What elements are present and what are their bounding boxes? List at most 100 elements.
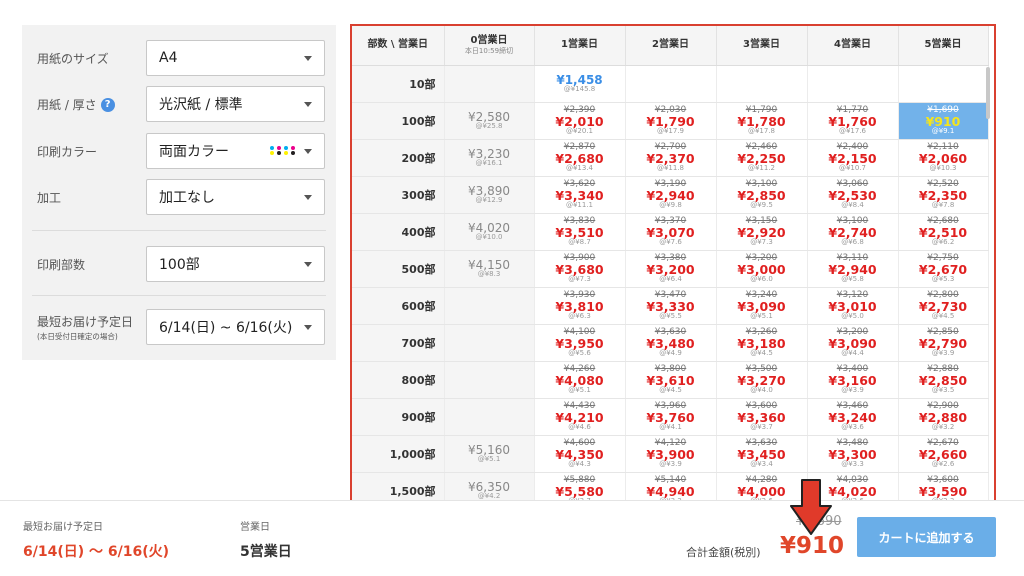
quantity-select[interactable]: 100部: [146, 246, 325, 282]
price-cell[interactable]: ¥3,400 ¥3,160 @¥3.9: [807, 361, 899, 399]
price-cell[interactable]: ¥1,790 ¥1,780 @¥17.8: [716, 102, 808, 140]
help-icon[interactable]: ?: [100, 98, 115, 112]
price-cell[interactable]: ¥3,380 ¥3,200 @¥6.4: [625, 250, 717, 288]
price-cell[interactable]: ¥3,190 ¥2,940 @¥9.8: [625, 176, 717, 214]
price-cell[interactable]: ¥3,800 ¥3,610 @¥4.5: [625, 361, 717, 399]
price-cell[interactable]: ¥3,060 ¥2,530 @¥8.4: [807, 176, 899, 214]
scrollbar[interactable]: [986, 67, 990, 119]
price-cell: [898, 65, 989, 103]
unit-price: @¥5.8: [841, 275, 864, 284]
price-cell[interactable]: ¥2,800 ¥2,730 @¥4.5: [898, 287, 989, 325]
price-cell[interactable]: ¥3,960 ¥3,760 @¥4.1: [625, 398, 717, 436]
price-cell[interactable]: ¥3,200 ¥3,090 @¥4.4: [807, 324, 899, 362]
price-cell[interactable]: ¥3,230 @¥16.1: [444, 139, 535, 177]
price-cell[interactable]: ¥4,120 ¥3,900 @¥3.9: [625, 435, 717, 473]
price-cell[interactable]: ¥3,150 ¥2,920 @¥7.3: [716, 213, 808, 251]
price-cell[interactable]: ¥3,470 ¥3,330 @¥5.5: [625, 287, 717, 325]
table-row: 100部 ¥2,580 @¥25.8 ¥2,390 ¥2,010 @¥20.1 ¥2,030…: [352, 102, 989, 140]
price-cell[interactable]: ¥2,030 ¥1,790 @¥17.9: [625, 102, 717, 140]
price-cell: [716, 65, 808, 103]
price-cell[interactable]: ¥3,830 ¥3,510 @¥8.7: [534, 213, 626, 251]
quantity-cell: 700部: [352, 324, 445, 362]
price-cell[interactable]: ¥1,770 ¥1,760 @¥17.6: [807, 102, 899, 140]
price-cell[interactable]: ¥3,930 ¥3,810 @¥6.3: [534, 287, 626, 325]
delivery-date-select[interactable]: 6/14(日) ~ 6/16(火): [146, 309, 325, 345]
price-cell[interactable]: ¥2,390 ¥2,010 @¥20.1: [534, 102, 626, 140]
price-cell[interactable]: ¥3,890 @¥12.9: [444, 176, 535, 214]
header-day-0: 0営業日 本日10:59締切: [444, 26, 535, 66]
price-cell[interactable]: ¥3,240 ¥3,090 @¥5.1: [716, 287, 808, 325]
price-cell[interactable]: ¥2,670 ¥2,660 @¥2.6: [898, 435, 989, 473]
cmyk-dots-icon: [270, 146, 296, 155]
price-cell[interactable]: ¥4,100 ¥3,950 @¥5.6: [534, 324, 626, 362]
price-cell[interactable]: ¥4,150 @¥8.3: [444, 250, 535, 288]
price-cell[interactable]: ¥3,120 ¥3,010 @¥5.0: [807, 287, 899, 325]
price-cell[interactable]: ¥5,160 @¥5.1: [444, 435, 535, 473]
price-cell[interactable]: ¥2,460 ¥2,250 @¥11.2: [716, 139, 808, 177]
paper-thickness-select[interactable]: 光沢紙 / 標準: [146, 86, 325, 122]
price-cell[interactable]: ¥2,110 ¥2,060 @¥10.3: [898, 139, 989, 177]
unit-price: @¥3.6: [841, 423, 864, 432]
unit-price: @¥5.1: [568, 386, 591, 395]
price-cell[interactable]: ¥2,750 ¥2,670 @¥5.3: [898, 250, 989, 288]
finishing-select[interactable]: 加工なし: [146, 179, 325, 215]
price-cell[interactable]: ¥1,690 ¥910 @¥9.1: [898, 102, 989, 140]
price-cell[interactable]: ¥3,200 ¥3,000 @¥6.0: [716, 250, 808, 288]
price-cell[interactable]: ¥2,400 ¥2,150 @¥10.7: [807, 139, 899, 177]
unit-price: @¥11.2: [747, 164, 776, 173]
price-cell[interactable]: ¥3,370 ¥3,070 @¥7.6: [625, 213, 717, 251]
price-cell[interactable]: ¥4,260 ¥4,080 @¥5.1: [534, 361, 626, 399]
table-row: 200部 ¥3,230 @¥16.1 ¥2,870 ¥2,680 @¥13.4 ¥2,700…: [352, 139, 989, 177]
header-day-5: 5営業日: [898, 26, 989, 66]
print-color-select[interactable]: 両面カラー: [146, 133, 325, 169]
paper-size-select[interactable]: A4: [146, 40, 325, 76]
price-cell[interactable]: ¥3,500 ¥3,270 @¥4.0: [716, 361, 808, 399]
price-cell[interactable]: ¥2,870 ¥2,680 @¥13.4: [534, 139, 626, 177]
quantity-cell: 300部: [352, 176, 445, 214]
unit-price: @¥3.7: [750, 423, 773, 432]
price-cell[interactable]: ¥3,630 ¥3,450 @¥3.4: [716, 435, 808, 473]
chevron-down-icon: [304, 56, 312, 61]
price-cell[interactable]: ¥4,020 @¥10.0: [444, 213, 535, 251]
quantity-cell: 400部: [352, 213, 445, 251]
price-cell[interactable]: ¥2,900 ¥2,880 @¥3.2: [898, 398, 989, 436]
price-cell[interactable]: ¥2,520 ¥2,350 @¥7.8: [898, 176, 989, 214]
price-cell[interactable]: ¥3,100 ¥2,740 @¥6.8: [807, 213, 899, 251]
table-row: 300部 ¥3,890 @¥12.9 ¥3,620 ¥3,340 @¥11.1 ¥3,190…: [352, 176, 989, 214]
price-cell[interactable]: ¥3,460 ¥3,240 @¥3.6: [807, 398, 899, 436]
option-sublabel: (本日受付日確定の場合): [37, 331, 118, 341]
price-cell[interactable]: ¥3,110 ¥2,940 @¥5.8: [807, 250, 899, 288]
price-cell[interactable]: ¥1,458 @¥145.8: [534, 65, 626, 103]
price-cell[interactable]: ¥4,430 ¥4,210 @¥4.6: [534, 398, 626, 436]
unit-price: @¥4.3: [568, 460, 591, 469]
price-cell[interactable]: ¥3,100 ¥2,850 @¥9.5: [716, 176, 808, 214]
unit-price: @¥5.1: [477, 455, 501, 464]
price-cell[interactable]: ¥3,600 ¥3,360 @¥3.7: [716, 398, 808, 436]
quantity-cell: 200部: [352, 139, 445, 177]
price-cell[interactable]: ¥4,600 ¥4,350 @¥4.3: [534, 435, 626, 473]
unit-price: @¥7.8: [931, 201, 955, 210]
price-cell[interactable]: ¥2,700 ¥2,370 @¥11.8: [625, 139, 717, 177]
price-cell[interactable]: ¥3,630 ¥3,480 @¥4.9: [625, 324, 717, 362]
price-cell[interactable]: ¥3,260 ¥3,180 @¥4.5: [716, 324, 808, 362]
unit-price: @¥4.6: [568, 423, 591, 432]
table-row: 10部 ¥1,458 @¥145.8: [352, 65, 989, 103]
table-row: 900部 ¥4,430 ¥4,210 @¥4.6 ¥3,960 ¥3,760 @¥4.1 ¥3…: [352, 398, 989, 436]
price-cell[interactable]: ¥2,680 ¥2,510 @¥6.2: [898, 213, 989, 251]
price-cell[interactable]: ¥2,880 ¥2,850 @¥3.5: [898, 361, 989, 399]
option-label: 印刷部数: [37, 257, 86, 272]
unit-price: @¥4.5: [659, 386, 682, 395]
price-cell[interactable]: ¥3,620 ¥3,340 @¥11.1: [534, 176, 626, 214]
unit-price: @¥6.8: [841, 238, 864, 247]
header-day-3: 3営業日: [716, 26, 808, 66]
price-cell[interactable]: ¥3,900 ¥3,680 @¥7.3: [534, 250, 626, 288]
price-cell[interactable]: ¥3,480 ¥3,300 @¥3.3: [807, 435, 899, 473]
price-cell[interactable]: ¥2,850 ¥2,790 @¥3.9: [898, 324, 989, 362]
option-print-color: 印刷カラー 両面カラー: [22, 133, 336, 169]
add-to-cart-button[interactable]: カートに追加する: [857, 517, 996, 557]
price-cell[interactable]: ¥2,580 @¥25.8: [444, 102, 535, 140]
unit-price: @¥145.8: [563, 85, 596, 94]
table-body: 10部 ¥1,458 @¥145.8 100部 ¥2,580 @¥25.8 ¥2,390 ¥2…: [352, 65, 989, 505]
option-finishing: 加工 加工なし: [22, 179, 336, 215]
chevron-down-icon: [304, 262, 312, 267]
